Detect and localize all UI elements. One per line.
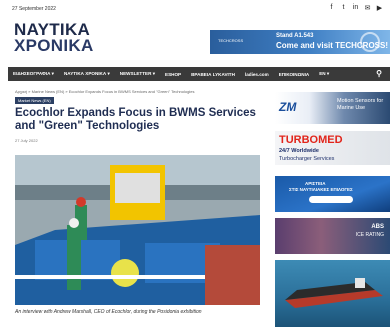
sidebar-ad-zm[interactable]: ZM Motion Sensors for Marine Use: [275, 92, 390, 124]
email-icon[interactable]: ✉: [363, 4, 372, 12]
logo-line-2: ΧΡΟΝΙΚΑ: [14, 36, 94, 56]
ad-line-1: 24/7 Worldwide: [279, 148, 319, 154]
ad-text: Motion Sensors for Marine Use: [337, 98, 384, 111]
ad-line-2: ΣΤΙΣ ΝΑΥΤΙΛΙΑΚΕΣ ΕΠΙΛΟΓΕΣ: [289, 187, 353, 192]
youtube-icon[interactable]: ▶: [375, 4, 384, 12]
main-navigation: ΕΙΔΗΣΕΟΓΡΑΦΙΑ ▾ ΝΑΥΤΙΚΑ ΧΡΟΝΙΚΑ ▾ NEWSLE…: [8, 67, 390, 81]
facebook-icon[interactable]: f: [327, 4, 336, 12]
nav-item-language[interactable]: EN ▾: [314, 71, 334, 77]
photo-illustration: [15, 155, 260, 305]
sidebar-ad-turbomed[interactable]: TURBOMED 24/7 Worldwide Turbocharger Ser…: [275, 131, 390, 165]
article-photo: [15, 155, 260, 305]
nav-item-contact[interactable]: ΕΠΙΚΟΙΝΩΝΙΑ: [274, 72, 315, 77]
search-icon[interactable]: ⚲: [371, 69, 387, 78]
ad-logo: ZM: [279, 100, 297, 114]
linkedin-icon[interactable]: in: [351, 4, 360, 12]
nav-item-news[interactable]: ΕΙΔΗΣΕΟΓΡΑΦΙΑ ▾: [8, 71, 59, 77]
nav-item-awards[interactable]: ΒΡΑΒΕΙΑ LYKAVITH: [186, 72, 240, 77]
ad-line-1: ΑΡΙΣΤΕΙΑ: [305, 181, 326, 186]
nav-item-newsletter[interactable]: NEWSLETTER ▾: [115, 71, 160, 77]
sidebar-ad-ship-image[interactable]: [275, 260, 390, 327]
nav-item-naftika[interactable]: ΝΑΥΤΙΚΑ ΧΡΟΝΙΚΑ ▾: [59, 71, 115, 77]
photo-caption: An interview with Andrew Marshall, CEO o…: [15, 309, 202, 315]
article-title: Ecochlor Expands Focus in BWMS Services …: [15, 107, 256, 132]
ad-brand: TECHCROSS: [218, 38, 244, 43]
current-date: 27 September 2022: [12, 6, 56, 12]
social-links: f t in ✉ ▶: [327, 4, 384, 12]
top-bar: 27 September 2022 f t in ✉ ▶: [0, 0, 390, 20]
ad-line-1: ICE RATING: [355, 232, 384, 238]
ship-illustration: [285, 278, 383, 308]
nav-item-ladies[interactable]: ladies.com: [240, 72, 274, 77]
category-badge[interactable]: Market News (EN): [15, 97, 54, 104]
breadcrumb[interactable]: Αρχική » Marine News (EN) » Ecochlor Exp…: [15, 89, 194, 94]
twitter-icon[interactable]: t: [339, 4, 348, 12]
sidebar-ad-awards[interactable]: ΑΡΙΣΤΕΙΑ ΣΤΙΣ ΝΑΥΤΙΛΙΑΚΕΣ ΕΠΙΛΟΓΕΣ: [275, 176, 390, 212]
ad-button[interactable]: [309, 196, 353, 203]
ad-logo: TURBOMED: [279, 134, 343, 146]
site-logo[interactable]: ΝΑΥΤΙΚΑ ΧΡΟΝΙΚΑ: [14, 21, 94, 56]
nav-item-eshop[interactable]: ESHOP: [160, 72, 186, 77]
ad-line-2: Turbocharger Services: [279, 156, 335, 162]
header-banner-ad[interactable]: TECHCROSS Stand A1.543 Come and visit TE…: [210, 30, 390, 54]
ad-logo: ABS: [371, 224, 384, 230]
sidebar-ad-abs[interactable]: ABS ICE RATING: [275, 218, 390, 254]
ad-ring-graphic: [360, 32, 380, 52]
ad-line-1: Stand A1.543: [276, 33, 314, 39]
article-date: 27 July 2022: [15, 138, 38, 143]
